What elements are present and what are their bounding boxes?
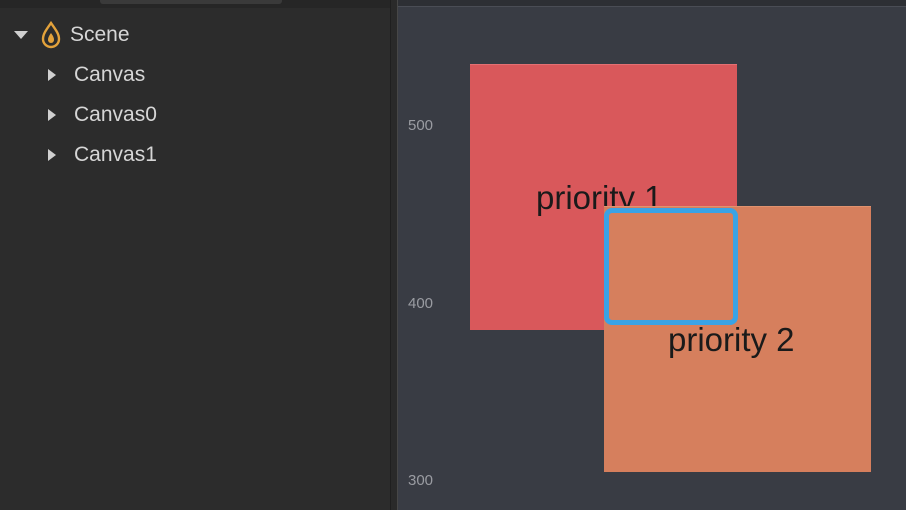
hierarchy-search-bar[interactable] — [100, 0, 282, 4]
expand-arrow-icon[interactable] — [48, 149, 56, 161]
hierarchy-panel: Scene Canvas Canvas0 Canvas1 — [0, 0, 390, 510]
viewport-toolbar — [398, 0, 906, 7]
selection-highlight — [604, 208, 738, 325]
expand-arrow-icon[interactable] — [48, 69, 56, 81]
tree-node-label: Scene — [70, 23, 130, 46]
expand-arrow-icon[interactable] — [48, 109, 56, 121]
panel-splitter[interactable] — [390, 0, 398, 510]
ruler-label: 500 — [408, 117, 434, 134]
scene-viewport[interactable]: 500 400 300 priority 1 priority 2 — [398, 0, 906, 510]
tree-node-scene[interactable]: Scene — [14, 20, 130, 50]
collapse-arrow-icon[interactable] — [14, 31, 28, 39]
tree-node-label: Canvas1 — [74, 143, 157, 166]
hierarchy-toolbar — [0, 0, 390, 8]
tree-node-canvas1[interactable]: Canvas1 — [48, 140, 157, 170]
tree-node-label: Canvas — [74, 63, 146, 86]
node-label: priority 2 — [668, 321, 795, 358]
ruler-label: 300 — [408, 472, 434, 489]
tree-node-label: Canvas0 — [74, 103, 157, 126]
tree-node-canvas0[interactable]: Canvas0 — [48, 100, 157, 130]
editor-window: Scene Canvas Canvas0 Canvas1 500 400 300… — [0, 0, 906, 510]
scene-flame-icon — [40, 21, 62, 49]
ruler-label: 400 — [408, 295, 434, 312]
tree-node-canvas[interactable]: Canvas — [48, 60, 145, 90]
